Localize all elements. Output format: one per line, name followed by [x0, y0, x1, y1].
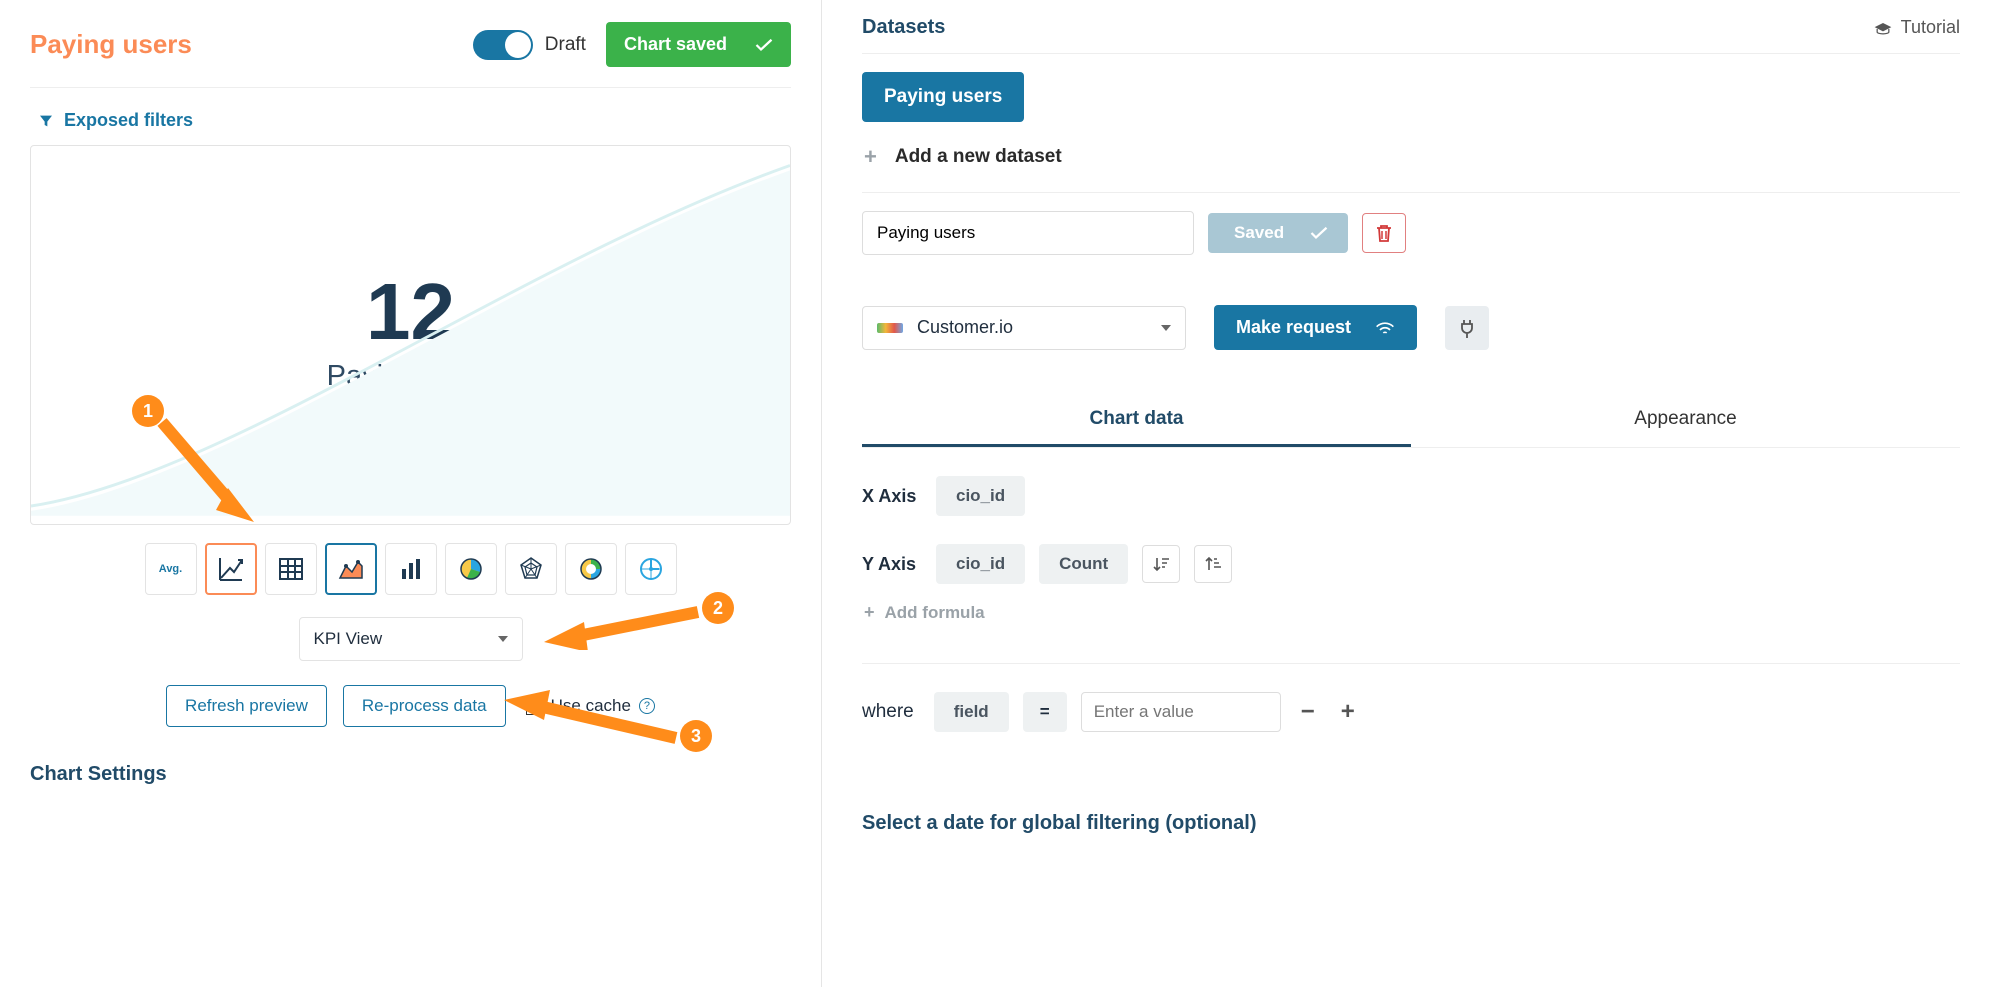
check-icon [755, 38, 773, 52]
kpi-trend-icon [216, 554, 246, 584]
chart-type-area[interactable] [325, 543, 377, 595]
sort-desc-icon [1152, 555, 1170, 573]
dataset-saved-pill: Saved [1208, 213, 1348, 253]
remove-filter-button[interactable]: − [1295, 698, 1321, 726]
dataset-tab-active[interactable]: Paying users [862, 72, 1024, 122]
chart-type-donut[interactable] [565, 543, 617, 595]
use-cache-checkbox[interactable]: ✔ [526, 698, 543, 715]
donut-icon [577, 555, 605, 583]
datasets-heading: Datasets [862, 16, 945, 39]
where-operator-chip[interactable]: = [1023, 692, 1067, 732]
add-formula-button[interactable]: + Add formula [864, 602, 1960, 623]
view-select[interactable]: KPI View [299, 617, 523, 661]
chevron-down-icon [1161, 325, 1171, 331]
callout-3: 3 [680, 720, 712, 752]
connection-settings-button[interactable] [1445, 306, 1489, 350]
chart-type-table[interactable] [265, 543, 317, 595]
dataset-saved-label: Saved [1234, 223, 1284, 243]
make-request-button[interactable]: Make request [1214, 305, 1417, 350]
chart-type-radar[interactable] [505, 543, 557, 595]
tutorial-label: Tutorial [1901, 17, 1960, 38]
tab-chart-data[interactable]: Chart data [862, 394, 1411, 447]
where-value-input[interactable] [1081, 692, 1281, 732]
chart-saved-button[interactable]: Chart saved [606, 22, 791, 67]
chart-type-avg[interactable]: Avg. [145, 543, 197, 595]
refresh-preview-button[interactable]: Refresh preview [166, 685, 327, 727]
radar-icon [517, 555, 545, 583]
avg-icon: Avg. [159, 563, 182, 575]
filter-icon [38, 113, 54, 129]
wifi-icon [1375, 320, 1395, 335]
callout-2: 2 [702, 592, 734, 624]
callout-1: 1 [132, 395, 164, 427]
plus-icon: + [864, 144, 877, 170]
x-axis-field-chip[interactable]: cio_id [936, 476, 1025, 516]
chart-type-kpi-trend[interactable] [205, 543, 257, 595]
sort-asc-icon [1204, 555, 1222, 573]
graduation-cap-icon [1873, 21, 1893, 35]
customerio-logo-icon [877, 323, 903, 333]
chart-preview: 12 Paying users [30, 145, 791, 525]
chart-type-gauge[interactable] [625, 543, 677, 595]
pie-icon [457, 555, 485, 583]
add-filter-button[interactable]: + [1335, 698, 1361, 726]
y-axis-field-chip[interactable]: cio_id [936, 544, 1025, 584]
where-label: where [862, 701, 914, 723]
plug-icon [1459, 318, 1475, 338]
chart-type-bar[interactable] [385, 543, 437, 595]
tutorial-link[interactable]: Tutorial [1873, 17, 1960, 38]
check-icon [1310, 226, 1328, 240]
add-formula-label: Add formula [885, 603, 985, 623]
trash-icon [1375, 223, 1393, 243]
plus-icon: + [864, 602, 875, 623]
view-select-value: KPI View [314, 629, 383, 649]
table-icon [277, 555, 305, 583]
reprocess-data-button[interactable]: Re-process data [343, 685, 506, 727]
sort-asc-button[interactable] [1194, 545, 1232, 583]
tab-appearance[interactable]: Appearance [1411, 394, 1960, 447]
y-axis-label: Y Axis [862, 554, 922, 575]
x-axis-label: X Axis [862, 486, 922, 507]
make-request-label: Make request [1236, 317, 1351, 338]
bar-icon [397, 555, 425, 583]
chart-type-pie[interactable] [445, 543, 497, 595]
global-filter-heading: Select a date for global filtering (opti… [862, 812, 1960, 835]
delete-dataset-button[interactable] [1362, 213, 1406, 253]
sort-desc-button[interactable] [1142, 545, 1180, 583]
dataset-name-input[interactable] [862, 211, 1194, 255]
use-cache-label: Use cache [551, 696, 631, 716]
draft-toggle[interactable] [473, 30, 533, 60]
data-source-select[interactable]: Customer.io [862, 306, 1186, 350]
add-dataset-label: Add a new dataset [895, 146, 1062, 168]
gauge-icon [637, 555, 665, 583]
exposed-filters-label: Exposed filters [64, 110, 193, 131]
exposed-filters-toggle[interactable]: Exposed filters [30, 88, 791, 145]
chart-settings-heading: Chart Settings [30, 763, 791, 786]
where-field-chip[interactable]: field [934, 692, 1009, 732]
preview-ghost-line [31, 146, 790, 516]
add-dataset-button[interactable]: + Add a new dataset [862, 134, 1960, 192]
area-icon [336, 554, 366, 584]
data-source-value: Customer.io [917, 317, 1013, 338]
help-icon[interactable]: ? [639, 698, 655, 714]
chevron-down-icon [498, 636, 508, 642]
y-axis-aggregation-chip[interactable]: Count [1039, 544, 1128, 584]
draft-label: Draft [545, 34, 586, 56]
chart-saved-label: Chart saved [624, 34, 727, 55]
chart-title[interactable]: Paying users [30, 29, 192, 60]
